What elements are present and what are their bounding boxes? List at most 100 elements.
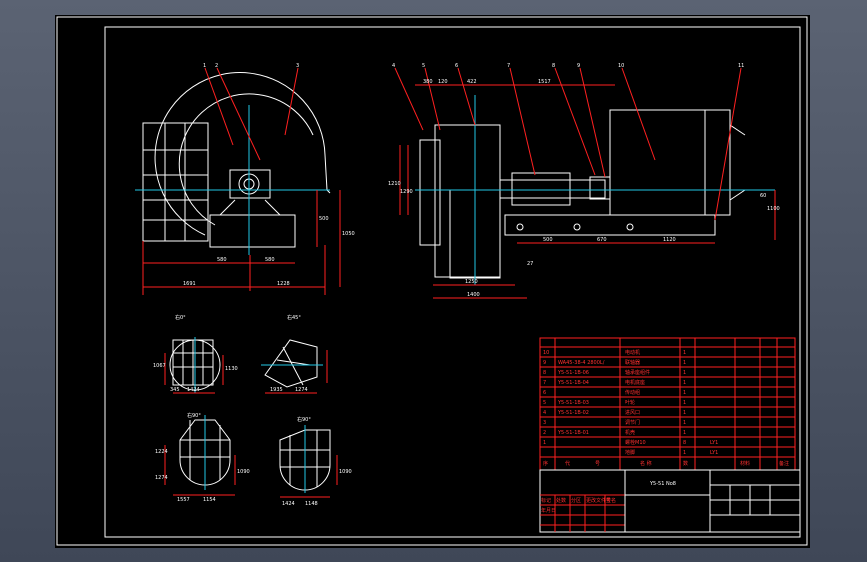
bom-qty: 1 bbox=[683, 410, 686, 416]
bom-no: 7 bbox=[543, 380, 546, 386]
bom-header: 材料 bbox=[740, 460, 750, 467]
callout-11: 11 bbox=[738, 63, 744, 69]
dim-front-1050: 1050 bbox=[342, 231, 355, 237]
cad-viewport[interactable]: 1 2 3 4 5 6 7 8 9 10 11 1691 1228 580 58… bbox=[0, 0, 867, 562]
bom-name: 地脚 bbox=[625, 449, 635, 456]
view-0-label: 右0° bbox=[175, 314, 186, 321]
view-90a-dim-d: 1557 bbox=[177, 497, 190, 503]
bom-no: 10 bbox=[543, 350, 549, 356]
callout-1: 1 bbox=[203, 63, 206, 69]
bom-name: 螺栓M10 bbox=[625, 439, 646, 446]
callout-2: 2 bbox=[215, 63, 218, 69]
dim-side-1290: 1290 bbox=[400, 189, 413, 195]
bom-qty: 1 bbox=[683, 430, 686, 436]
drawing-sheet[interactable]: 1 2 3 4 5 6 7 8 9 10 11 1691 1228 580 58… bbox=[55, 15, 810, 548]
dim-front-500: 500 bbox=[319, 216, 329, 222]
view-90b-dim-a: 1424 bbox=[282, 501, 295, 507]
bom-name: 电机底座 bbox=[625, 379, 645, 386]
bom-mat: LY1 bbox=[710, 440, 718, 446]
view-90a-dim-c: 1090 bbox=[237, 469, 250, 475]
bom-name: 进风口 bbox=[625, 409, 640, 416]
bom-code: Y5-51-1B-04 bbox=[557, 380, 589, 386]
view-90b-dim-b: 1148 bbox=[305, 501, 318, 507]
bom-no: 4 bbox=[543, 410, 546, 416]
bom-qty: 1 bbox=[683, 370, 686, 376]
callout-10: 10 bbox=[618, 63, 624, 69]
view-0-dim-c: 1130 bbox=[225, 366, 238, 372]
block-cell: 标记 bbox=[541, 497, 551, 504]
view-90b-label: 右90° bbox=[297, 416, 311, 423]
view-90a-dim-b: 1274 bbox=[155, 475, 168, 481]
callout-7: 7 bbox=[507, 63, 510, 69]
block-cell: 处数 bbox=[556, 497, 566, 504]
dim-side-422: 422 bbox=[467, 79, 477, 85]
block-cell: 年月日 bbox=[541, 507, 556, 514]
bom-qty: 1 bbox=[683, 380, 686, 386]
dim-side-1100: 1100 bbox=[767, 206, 780, 212]
bom-qty: 8 bbox=[683, 440, 686, 446]
bom-qty: 1 bbox=[683, 400, 686, 406]
view-45-dim-a: 1935 bbox=[270, 387, 283, 393]
bom-mat: LY1 bbox=[710, 450, 718, 456]
callout-5: 5 bbox=[422, 63, 425, 69]
bom-rows: 10 电动机 1 9 WA45-38-4 2800L/ 联轴器 1 8 Y5-5… bbox=[543, 349, 789, 467]
dim-side-670: 670 bbox=[597, 237, 607, 243]
bom-name: 联轴器 bbox=[625, 359, 640, 366]
callout-3: 3 bbox=[296, 63, 299, 69]
dim-side-1400: 1400 bbox=[467, 292, 480, 298]
bom-name: 电动机 bbox=[625, 349, 640, 356]
block-cell: 分区 bbox=[571, 497, 581, 504]
bom-no: 6 bbox=[543, 390, 546, 396]
view-90a-dim-a: 1224 bbox=[155, 449, 168, 455]
dim-side-1250: 1250 bbox=[465, 279, 478, 285]
bom-code: Y5-51-1B-03 bbox=[557, 400, 589, 406]
view-0-dim-a: 1067 bbox=[153, 363, 166, 369]
callout-6: 6 bbox=[455, 63, 458, 69]
bom-qty: 1 bbox=[683, 450, 686, 456]
bom-qty: 1 bbox=[683, 350, 686, 356]
bom-header: 序 bbox=[543, 460, 548, 467]
dim-front-580b: 580 bbox=[265, 257, 275, 263]
view-0-dim-b: 1424 bbox=[187, 387, 200, 393]
dim-side-27: 27 bbox=[527, 261, 533, 267]
bom-code: Y5-51-1B-02 bbox=[557, 410, 589, 416]
dim-side-1210: 1210 bbox=[388, 181, 401, 187]
view-90a-label: 右90° bbox=[187, 412, 201, 419]
view-90b-dim-c: 1090 bbox=[339, 469, 352, 475]
bom-no: 8 bbox=[543, 370, 546, 376]
dim-side-120: 120 bbox=[438, 79, 448, 85]
dim-side-60: 60 bbox=[760, 193, 766, 199]
bom-no: 5 bbox=[543, 400, 546, 406]
drawing-title: Y5-51 No8 bbox=[649, 481, 676, 487]
bom-qty: 1 bbox=[683, 420, 686, 426]
bom-header: 代 bbox=[565, 460, 570, 467]
dim-side-500: 500 bbox=[543, 237, 553, 243]
bom-no: 3 bbox=[543, 420, 546, 426]
callout-4: 4 bbox=[392, 63, 395, 69]
block-cell: 签名 bbox=[606, 497, 616, 504]
bom-name: 轴承座组件 bbox=[625, 369, 650, 376]
bom-no: 9 bbox=[543, 360, 546, 366]
bom-name: 机壳 bbox=[625, 429, 635, 436]
bom-header: 号 bbox=[595, 461, 600, 467]
bom-no: 1 bbox=[543, 440, 546, 446]
text-layer: 1 2 3 4 5 6 7 8 9 10 11 1691 1228 580 58… bbox=[153, 63, 789, 514]
view-45-dim-b: 1274 bbox=[295, 387, 308, 393]
bom-header: 名 称 bbox=[640, 460, 652, 467]
bom-no: 2 bbox=[543, 430, 546, 436]
bom-qty: 1 bbox=[683, 360, 686, 366]
bom-name: 调节门 bbox=[625, 419, 640, 426]
view-90a-dim-e: 1154 bbox=[203, 497, 216, 503]
dim-side-1120: 1120 bbox=[663, 237, 676, 243]
callout-8: 8 bbox=[552, 63, 555, 69]
view-0-dim-d: 345 bbox=[170, 387, 180, 393]
view-45-label: 右45° bbox=[287, 314, 301, 321]
dim-front-580a: 580 bbox=[217, 257, 227, 263]
bom-code: Y5-51-1B-01 bbox=[557, 430, 589, 436]
bom-header: 数 bbox=[683, 460, 688, 467]
callout-9: 9 bbox=[577, 63, 580, 69]
dim-front-1691: 1691 bbox=[183, 281, 196, 287]
bom-qty: 1 bbox=[683, 390, 686, 396]
bom-name: 传动组 bbox=[625, 389, 640, 396]
dim-side-380: 380 bbox=[423, 79, 433, 85]
